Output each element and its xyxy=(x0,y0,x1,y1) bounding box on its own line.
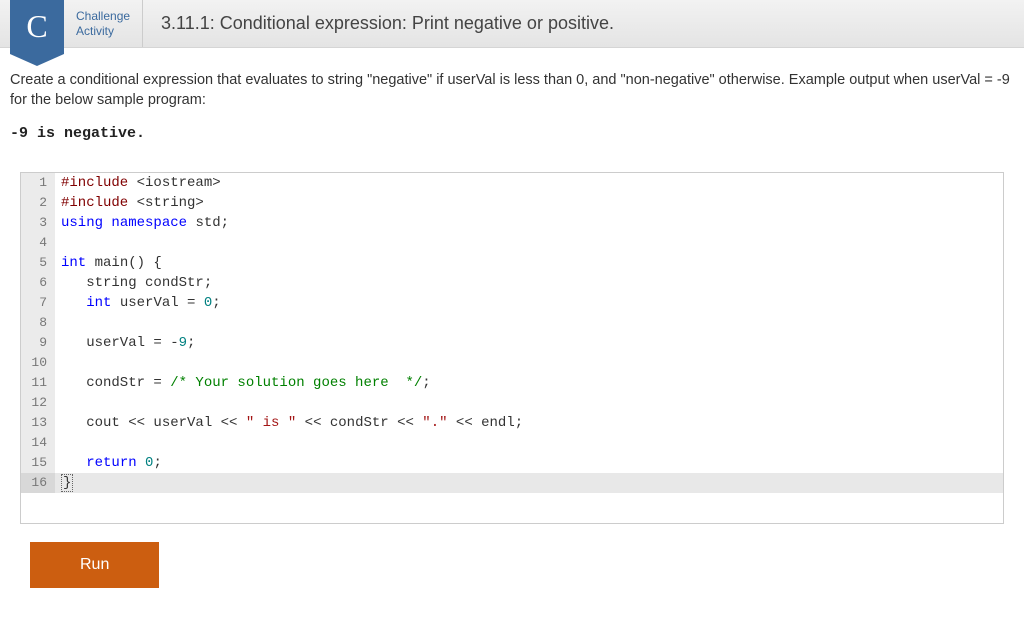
code-line[interactable]: 10 xyxy=(21,353,1003,373)
code-line[interactable]: 2#include <string> xyxy=(21,193,1003,213)
code-line[interactable]: 14 xyxy=(21,433,1003,453)
code-content[interactable]: } xyxy=(55,473,1003,493)
code-line[interactable]: 3using namespace std; xyxy=(21,213,1003,233)
code-content[interactable]: #include <string> xyxy=(55,193,1003,213)
code-content[interactable]: condStr = /* Your solution goes here */; xyxy=(55,373,1003,393)
example-output: -9 is negative. xyxy=(10,125,1014,142)
code-content[interactable]: int userVal = 0; xyxy=(55,293,1003,313)
code-content[interactable] xyxy=(55,233,1003,253)
line-number: 3 xyxy=(21,213,55,233)
challenge-badge: C xyxy=(10,0,64,54)
line-number: 13 xyxy=(21,413,55,433)
code-content[interactable]: using namespace std; xyxy=(55,213,1003,233)
code-content[interactable]: #include <iostream> xyxy=(55,173,1003,193)
code-line[interactable]: 1#include <iostream> xyxy=(21,173,1003,193)
line-number: 11 xyxy=(21,373,55,393)
line-number: 6 xyxy=(21,273,55,293)
line-number: 15 xyxy=(21,453,55,473)
line-number: 4 xyxy=(21,233,55,253)
code-line[interactable]: 4 xyxy=(21,233,1003,253)
instructions-text: Create a conditional expression that eva… xyxy=(10,70,1014,111)
code-line[interactable]: 7 int userVal = 0; xyxy=(21,293,1003,313)
code-line[interactable]: 11 condStr = /* Your solution goes here … xyxy=(21,373,1003,393)
line-number: 14 xyxy=(21,433,55,453)
line-number: 10 xyxy=(21,353,55,373)
header-label-line2: Activity xyxy=(76,24,130,38)
code-line[interactable]: 6 string condStr; xyxy=(21,273,1003,293)
code-line[interactable]: 16} xyxy=(21,473,1003,493)
page-title: 3.11.1: Conditional expression: Print ne… xyxy=(143,13,614,34)
line-number: 7 xyxy=(21,293,55,313)
code-content[interactable] xyxy=(55,433,1003,453)
code-content[interactable]: int main() { xyxy=(55,253,1003,273)
code-line[interactable]: 9 userVal = -9; xyxy=(21,333,1003,353)
run-button[interactable]: Run xyxy=(30,542,159,588)
code-line[interactable]: 8 xyxy=(21,313,1003,333)
line-number: 9 xyxy=(21,333,55,353)
code-content[interactable] xyxy=(55,393,1003,413)
line-number: 12 xyxy=(21,393,55,413)
code-line[interactable]: 13 cout << userVal << " is " << condStr … xyxy=(21,413,1003,433)
badge-letter: C xyxy=(26,8,47,45)
code-content[interactable]: string condStr; xyxy=(55,273,1003,293)
content-area: Create a conditional expression that eva… xyxy=(0,48,1024,598)
activity-header: C Challenge Activity 3.11.1: Conditional… xyxy=(0,0,1024,48)
line-number: 5 xyxy=(21,253,55,273)
code-content[interactable]: cout << userVal << " is " << condStr << … xyxy=(55,413,1003,433)
line-number: 2 xyxy=(21,193,55,213)
header-label: Challenge Activity xyxy=(64,0,143,47)
code-content[interactable]: return 0; xyxy=(55,453,1003,473)
code-content[interactable] xyxy=(55,313,1003,333)
code-line[interactable]: 12 xyxy=(21,393,1003,413)
line-number: 16 xyxy=(21,473,55,493)
code-editor[interactable]: 1#include <iostream>2#include <string>3u… xyxy=(20,172,1004,524)
code-line[interactable]: 15 return 0; xyxy=(21,453,1003,473)
line-number: 8 xyxy=(21,313,55,333)
code-line[interactable]: 5int main() { xyxy=(21,253,1003,273)
line-number: 1 xyxy=(21,173,55,193)
code-content[interactable]: userVal = -9; xyxy=(55,333,1003,353)
code-content[interactable] xyxy=(55,353,1003,373)
header-label-line1: Challenge xyxy=(76,9,130,23)
